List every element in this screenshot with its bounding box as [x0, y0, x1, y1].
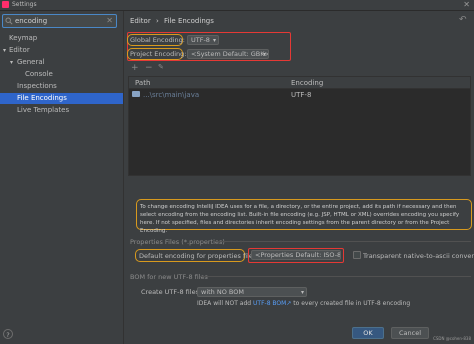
breadcrumb-parent[interactable]: Editor [130, 17, 151, 25]
settings-search-input[interactable]: encoding ✕ [2, 14, 117, 28]
tree-item-general[interactable]: ▾ General [0, 57, 123, 68]
project-encoding-label: Project Encoding: [130, 50, 187, 58]
tree-item-keymap[interactable]: Keymap [0, 33, 123, 44]
column-header-path[interactable]: Path [135, 79, 150, 87]
clear-search-icon[interactable]: ✕ [106, 16, 113, 25]
native-to-ascii-label[interactable]: Transparent native-to-ascii conversion [363, 252, 474, 260]
encodings-table: Path Encoding ...\src\main\java UTF-8 [128, 76, 471, 176]
row-path: ...\src\main\java [143, 91, 200, 99]
reset-icon[interactable]: ↶ [459, 15, 467, 25]
project-encoding-select[interactable]: <System Default: GBK> ▾ [187, 49, 269, 59]
watermark-text: CSDN @cohen-838 [433, 336, 471, 341]
cancel-button[interactable]: Cancel [391, 327, 429, 339]
create-utf8-label: Create UTF-8 files: [141, 288, 202, 296]
tree-item-live-templates[interactable]: Live Templates [0, 105, 123, 116]
section-divider [200, 276, 471, 277]
bom-section-label: BOM for new UTF-8 files [130, 273, 208, 281]
chevron-down-icon[interactable]: ▾ [3, 45, 6, 56]
search-icon [5, 17, 13, 25]
create-utf8-select[interactable]: with NO BOM ▾ [197, 287, 307, 297]
tree-item-label: Live Templates [17, 106, 70, 114]
table-header: Path Encoding [129, 77, 470, 89]
dropdown-arrow-icon: ▾ [300, 289, 304, 296]
add-path-button[interactable]: + [131, 63, 139, 73]
tree-item-label: File Encodings [17, 94, 67, 102]
create-utf8-value: with NO BOM [201, 288, 244, 296]
help-button[interactable]: ? [3, 329, 13, 339]
external-link-icon[interactable]: ↗ [286, 300, 291, 307]
breadcrumb-separator: › [155, 17, 159, 25]
dropdown-arrow-icon: ▾ [262, 51, 266, 58]
global-encoding-select[interactable]: UTF-8 ▾ [187, 35, 219, 45]
tree-item-editor[interactable]: ▾ Editor [0, 45, 123, 56]
window-close-icon[interactable]: ✕ [463, 0, 470, 9]
remove-path-button[interactable]: − [145, 63, 153, 73]
search-value[interactable]: encoding [15, 17, 47, 25]
table-row[interactable]: ...\src\main\java UTF-8 [129, 89, 470, 100]
project-encoding-value: <System Default: GBK> [191, 50, 269, 58]
global-encoding-value: UTF-8 [191, 36, 210, 44]
column-header-encoding[interactable]: Encoding [291, 79, 323, 87]
folder-icon [132, 91, 140, 97]
app-logo-icon [2, 1, 9, 8]
ok-button[interactable]: OK [352, 327, 384, 339]
edit-path-button[interactable]: ✎ [158, 63, 164, 71]
properties-default-label: Default encoding for properties files: [139, 252, 259, 260]
info-text: To change encoding IntelliJ IDEA uses fo… [140, 204, 460, 234]
tree-item-label: Inspections [17, 82, 57, 90]
tree-item-inspections[interactable]: Inspections [0, 81, 123, 92]
chevron-down-icon[interactable]: ▾ [10, 57, 13, 68]
bom-note: IDEA will NOT add UTF-8 BOM↗ to every cr… [197, 300, 410, 307]
dropdown-arrow-icon: ▾ [212, 37, 216, 44]
global-encoding-label: Global Encoding: [130, 36, 185, 44]
bom-note-prefix: IDEA will NOT add [197, 300, 252, 307]
window-title: Settings [12, 1, 37, 8]
tree-item-label: Console [25, 70, 53, 78]
tree-item-label: Keymap [9, 34, 38, 42]
tree-item-label: Editor [9, 46, 30, 54]
tree-item-file-encodings[interactable]: File Encodings [0, 93, 123, 104]
utf8-bom-link[interactable]: UTF-8 BOM [253, 300, 286, 307]
breadcrumb-current: File Encodings [164, 17, 214, 25]
properties-encoding-value: <Properties Default: ISO-8859-1> [255, 251, 341, 259]
bom-note-suffix: to every created file in UTF-8 encoding [293, 300, 411, 307]
section-divider [215, 241, 471, 242]
properties-encoding-select[interactable]: <Properties Default: ISO-8859-1> [251, 250, 341, 260]
window-titlebar: Settings ✕ [0, 0, 474, 11]
row-encoding[interactable]: UTF-8 [291, 91, 311, 99]
tree-item-label: General [17, 58, 45, 66]
breadcrumb: Editor › File Encodings [130, 17, 214, 25]
native-to-ascii-checkbox[interactable] [353, 251, 361, 259]
tree-item-console[interactable]: Console [0, 69, 123, 80]
properties-section-label: Properties Files (*.properties) [130, 238, 225, 246]
